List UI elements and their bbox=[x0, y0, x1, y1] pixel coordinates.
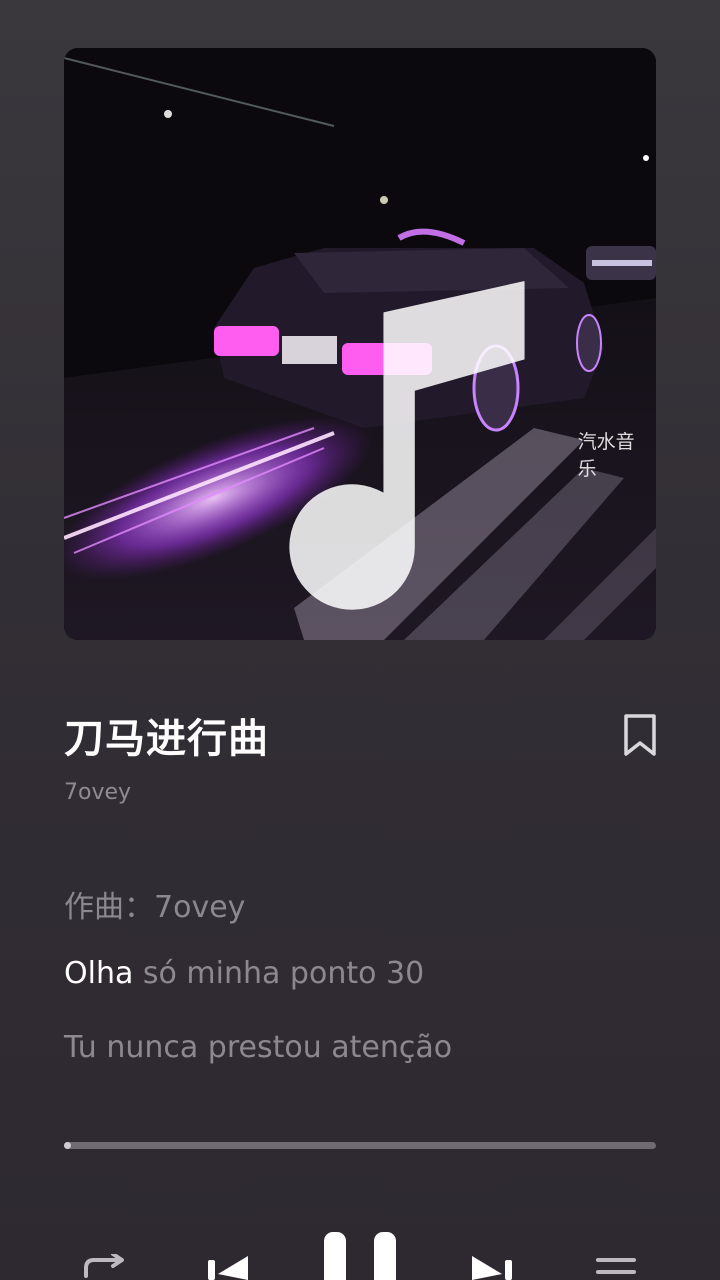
pause-icon bbox=[324, 1232, 396, 1280]
playlist-button[interactable] bbox=[594, 1256, 638, 1280]
progress-fill bbox=[64, 1142, 72, 1149]
previous-button[interactable] bbox=[206, 1254, 250, 1280]
bookmark-icon bbox=[624, 714, 656, 756]
progress-bar[interactable] bbox=[64, 1142, 656, 1149]
lyric-line: Tu nunca prestou atenção bbox=[64, 1030, 453, 1065]
repeat-icon bbox=[84, 1254, 124, 1278]
lyric-line: 作曲：7ovey bbox=[64, 890, 246, 925]
playlist-icon bbox=[596, 1258, 636, 1274]
lyric-current-word: Olha bbox=[64, 956, 134, 991]
pause-button[interactable] bbox=[322, 1230, 398, 1280]
watermark: 汽水音乐 bbox=[258, 281, 640, 626]
previous-icon bbox=[208, 1256, 248, 1280]
bookmark-button[interactable] bbox=[620, 712, 660, 760]
song-title: 刀马进行曲 bbox=[64, 716, 269, 762]
next-icon bbox=[472, 1256, 512, 1280]
repeat-button[interactable] bbox=[80, 1254, 128, 1280]
lyric-line-current: Olha só minha ponto 30 bbox=[64, 956, 424, 991]
watermark-text: 汽水音乐 bbox=[577, 430, 635, 480]
lyric-remaining-words: só minha ponto 30 bbox=[133, 956, 425, 991]
next-button[interactable] bbox=[470, 1254, 514, 1280]
music-note-icon bbox=[289, 281, 525, 610]
artist-name[interactable]: 7ovey bbox=[64, 780, 131, 805]
album-artwork: 汽水音乐 bbox=[64, 48, 656, 640]
